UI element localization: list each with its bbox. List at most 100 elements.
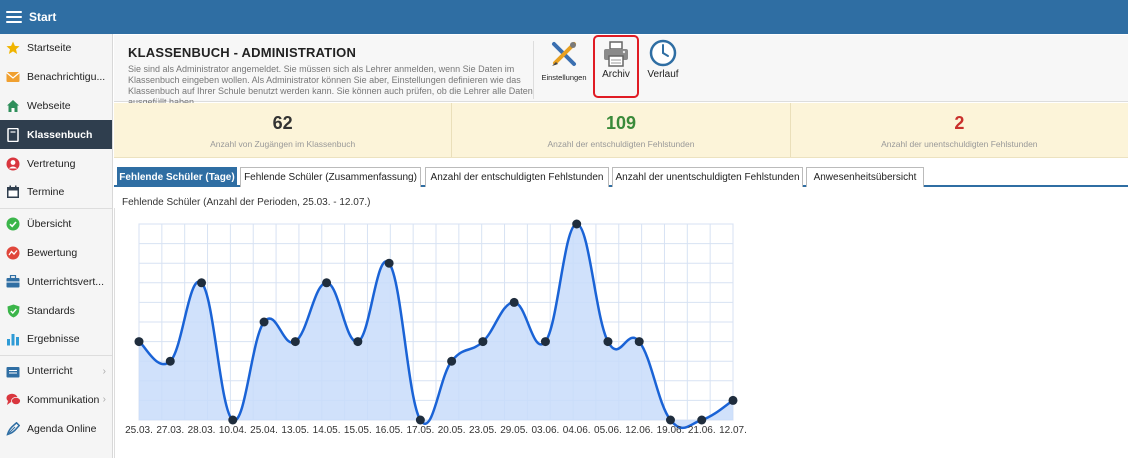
data-point[interactable] — [134, 337, 144, 347]
x-tick-label: 27.03. — [156, 425, 184, 436]
data-point[interactable] — [228, 415, 238, 425]
page-header: KLASSENBUCH - ADMINISTRATION Sie sind al… — [114, 35, 1128, 103]
x-tick-label: 05.06. — [594, 425, 622, 436]
stat-label: Anzahl der unentschuldigten Fehlstunden — [881, 139, 1038, 149]
data-point[interactable] — [290, 337, 300, 347]
x-tick-label: 14.05. — [313, 425, 341, 436]
sidebar-item-startseite[interactable]: Startseite — [0, 34, 112, 63]
x-tick-label: 03.06. — [532, 425, 560, 436]
sidebar-item-ergebnisse[interactable]: Ergebnisse — [0, 325, 112, 354]
book-icon — [5, 127, 21, 143]
stat-label: Anzahl der entschuldigten Fehlstunden — [547, 139, 695, 149]
data-point[interactable] — [697, 415, 707, 425]
header-divider — [533, 41, 534, 99]
data-point[interactable] — [728, 395, 738, 405]
calendar-icon — [5, 184, 21, 200]
sidebar-item-termine[interactable]: Termine — [0, 178, 112, 207]
sidebar-item-agenda-online[interactable]: Agenda Online — [0, 414, 112, 443]
chat-icon — [5, 392, 21, 408]
tab-unentschuldigte-fehlstunden[interactable]: Anzahl der unentschuldigten Fehlstunden — [612, 167, 803, 187]
star-icon — [5, 40, 21, 56]
chart-title: Fehlende Schüler (Anzahl der Perioden, 2… — [122, 197, 371, 208]
sidebar-item-kommunikation[interactable]: Kommunikation › — [0, 386, 112, 415]
sidebar-item-webseite[interactable]: Webseite — [0, 92, 112, 121]
data-point[interactable] — [197, 278, 207, 288]
top-bar: Start — [0, 0, 1128, 34]
stat-label: Anzahl von Zugängen im Klassenbuch — [210, 139, 356, 149]
sidebar-item-label: Startseite — [27, 42, 72, 55]
tab-fehlende-zusammenfassung[interactable]: Fehlende Schüler (Zusammenfassung) — [240, 167, 421, 187]
data-point[interactable] — [322, 278, 332, 288]
x-tick-label: 28.03. — [188, 425, 216, 436]
sidebar-item-label: Übersicht — [27, 218, 72, 231]
x-tick-label: 29.05. — [500, 425, 528, 436]
sidebar-item-benachrichtigu[interactable]: Benachrichtigu... — [0, 63, 112, 92]
sidebar-item-label: Ergebnisse — [27, 333, 80, 346]
stat-value: 2 — [954, 113, 965, 133]
folder-icon — [5, 363, 21, 379]
sidebar-item-klassenbuch[interactable]: Klassenbuch — [0, 120, 112, 150]
einstellungen-button[interactable]: Einstellungen — [540, 39, 588, 82]
page-title: KLASSENBUCH - ADMINISTRATION — [128, 45, 357, 60]
data-point[interactable] — [509, 297, 519, 307]
sidebar-item-unterrichtsvert[interactable]: Unterrichtsvert... — [0, 267, 112, 296]
x-tick-label: 10.04. — [219, 425, 247, 436]
data-point[interactable] — [259, 317, 269, 327]
archiv-button[interactable]: Archiv — [593, 35, 639, 98]
sidebar-item-label: Benachrichtigu... — [27, 71, 106, 84]
briefcase-icon — [5, 274, 21, 290]
data-point[interactable] — [384, 258, 394, 268]
sidebar-item-label: Klassenbuch — [27, 128, 93, 141]
check-circle-icon — [5, 216, 21, 232]
sidebar-separator — [0, 207, 112, 209]
sidebar-item-label: Termine — [27, 186, 65, 199]
header-text: KLASSENBUCH - ADMINISTRATION Sie sind al… — [128, 45, 533, 103]
stat-value: 109 — [605, 113, 637, 133]
menu-icon[interactable] — [6, 11, 22, 23]
sidebar: Startseite Benachrichtigu... Webseite Klass… — [0, 34, 113, 458]
sidebar-item-bewertung[interactable]: Bewertung — [0, 239, 112, 268]
stat-unentschuldigt: 2 Anzahl der unentschuldigten Fehlstunde… — [791, 103, 1128, 157]
verlauf-button[interactable]: Verlauf — [645, 39, 681, 80]
data-point[interactable] — [603, 337, 613, 347]
shield-icon — [5, 303, 21, 319]
x-tick-label: 13.05. — [281, 425, 309, 436]
x-tick-label: 23.05. — [469, 425, 497, 436]
sidebar-item-unterricht[interactable]: Unterricht › — [0, 357, 112, 386]
chevron-right-icon: › — [102, 365, 106, 377]
x-tick-label: 17.05. — [406, 425, 434, 436]
sidebar-item-standards[interactable]: Standards — [0, 296, 112, 325]
sidebar-item-label: Bewertung — [27, 246, 78, 259]
data-point[interactable] — [478, 337, 488, 347]
sidebar-item-label: Unterrichtsvert... — [27, 275, 105, 288]
data-point[interactable] — [665, 415, 675, 425]
tab-fehlende-tage[interactable]: Fehlende Schüler (Tage) — [117, 167, 237, 187]
data-point[interactable] — [353, 337, 363, 347]
x-tick-label: 25.03. — [125, 425, 153, 436]
data-point[interactable] — [447, 356, 457, 366]
sidebar-item-label: Webseite — [27, 99, 71, 112]
line-chart: 25.03. 27.03. 28.03. 10.04. 25.04. 13.05. 14.0… — [125, 219, 747, 436]
pen-icon — [5, 421, 21, 437]
data-point[interactable] — [634, 337, 644, 347]
archiv-label: Archiv — [602, 69, 630, 80]
x-tick-label: 25.04. — [250, 425, 278, 436]
data-point[interactable] — [540, 337, 550, 347]
sidebar-item-übersicht[interactable]: Übersicht — [0, 210, 112, 239]
person-icon — [5, 156, 21, 172]
data-point[interactable] — [165, 356, 175, 366]
rating-icon — [5, 245, 21, 261]
stat-zugaenge: 62 Anzahl von Zugängen im Klassenbuch — [114, 103, 453, 157]
sidebar-item-vertretung[interactable]: Vertretung — [0, 149, 112, 178]
tab-entschuldigte-fehlstunden[interactable]: Anzahl der entschuldigten Fehlstunden — [425, 167, 609, 187]
settings-tools-icon — [552, 42, 576, 66]
x-tick-label: 12.07. — [719, 425, 747, 436]
data-point[interactable] — [415, 415, 425, 425]
printer-icon — [604, 41, 628, 67]
x-tick-label: 16.05. — [375, 425, 403, 436]
clock-icon — [649, 39, 677, 67]
data-point[interactable] — [572, 219, 582, 229]
chart-area: 25.03. 27.03. 28.03. 10.04. 25.04. 13.05. 14.0… — [114, 208, 1128, 458]
tab-anwesenheitsuebersicht[interactable]: Anwesenheitsübersicht — [806, 167, 924, 187]
x-tick-label: 12.06. — [625, 425, 653, 436]
